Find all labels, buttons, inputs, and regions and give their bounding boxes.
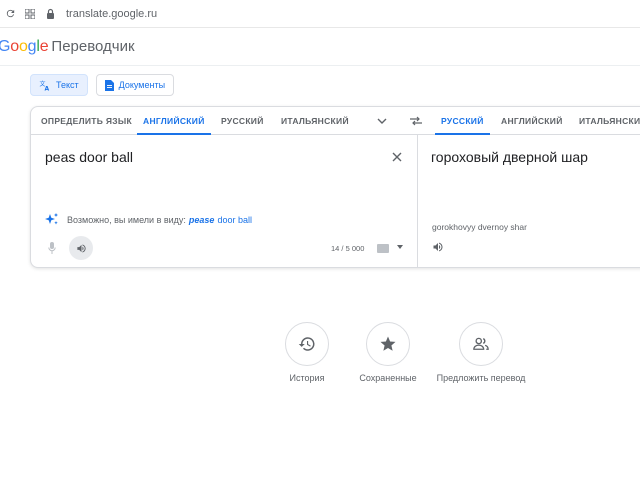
target-tab-russian[interactable]: РУССКИЙ [435,107,490,135]
apps-grid-icon[interactable] [20,0,40,28]
source-tab-italian[interactable]: ИТАЛЬЯНСКИЙ [281,107,349,135]
spelling-suggestion[interactable]: Возможно, вы имели в виду: pease door ba… [45,213,252,226]
star-icon [379,335,397,353]
app-title[interactable]: Переводчик [51,38,134,55]
chevron-down-icon[interactable] [375,114,389,128]
microphone-icon[interactable] [47,241,57,255]
character-counter: 14 / 5 000 [331,244,365,253]
browser-url-bar: translate.google.ru [0,0,640,28]
people-icon [472,335,490,353]
logo-letter: G [0,37,11,55]
source-tab-russian[interactable]: РУССКИЙ [221,107,264,135]
translation-output: гороховый дверной шар [431,149,588,165]
logo-letter: e [39,37,49,55]
target-tab-italian[interactable]: ИТАЛЬЯНСКИЙ [579,107,640,135]
logo-letter: o [10,37,19,55]
source-tab-detect[interactable]: ОПРЕДЕЛИТЬ ЯЗЫК [41,107,132,135]
suggest-button[interactable] [459,322,503,366]
history-icon [298,335,316,353]
translator-card: ОПРЕДЕЛИТЬ ЯЗЫК АНГЛИЙСКИЙ РУССКИЙ ИТАЛЬ… [30,106,640,268]
text-mode-label: Текст [56,80,79,90]
google-logo[interactable]: Google [0,37,49,56]
translate-icon: 文A [39,80,51,91]
logo-letter: g [27,37,37,55]
documents-mode-button[interactable]: Документы [95,74,175,96]
saved-button[interactable] [366,322,410,366]
lock-icon [40,0,60,28]
app-header: Google Переводчик [0,28,640,66]
documents-mode-label: Документы [118,80,166,90]
document-icon [104,79,114,91]
reload-icon[interactable] [0,0,20,28]
suggest-action[interactable]: Предложить перевод [426,322,536,383]
history-button[interactable] [285,322,329,366]
text-mode-button[interactable]: 文A Текст [30,74,88,96]
close-icon[interactable] [391,151,403,163]
keyboard-icon[interactable] [377,244,389,253]
suggestion-prefix: Возможно, вы имели в виду: [67,214,186,225]
panel-divider [417,135,418,267]
swap-languages-icon[interactable] [409,114,423,128]
url-text[interactable]: translate.google.ru [66,8,157,20]
suggestion-rest[interactable]: door ball [217,215,252,225]
speaker-icon[interactable] [431,240,445,254]
history-label: История [289,373,325,383]
suggestion-highlight[interactable]: pease [189,215,215,225]
speaker-icon [76,243,87,254]
saved-label: Сохраненные [359,373,417,383]
source-text-input[interactable]: peas door ball [45,149,133,165]
google-translate-page: translate.google.ru Google Переводчик 文A… [0,0,640,480]
svg-text:A: A [45,85,50,91]
transliteration-text: gorokhovyy dvernoy shar [432,222,527,232]
sparkle-icon [45,213,59,226]
suggest-label: Предложить перевод [436,373,526,383]
language-bar: ОПРЕДЕЛИТЬ ЯЗЫК АНГЛИЙСКИЙ РУССКИЙ ИТАЛЬ… [31,107,640,135]
source-tab-english[interactable]: АНГЛИЙСКИЙ [137,107,211,135]
logo-letter: o [18,37,28,55]
target-tab-english[interactable]: АНГЛИЙСКИЙ [501,107,563,135]
mode-switcher: 文A Текст Документы [30,74,175,96]
caret-down-icon[interactable] [397,245,403,249]
listen-source-button[interactable] [69,236,93,260]
